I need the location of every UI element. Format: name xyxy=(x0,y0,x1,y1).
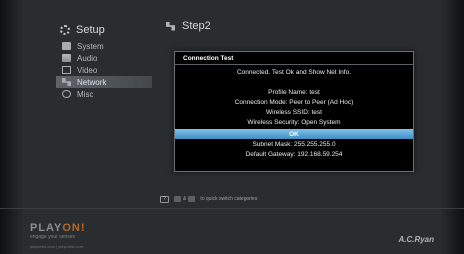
brand-url: playonhd.com | playonhd.com xyxy=(30,244,84,249)
sidebar-item-label: Network xyxy=(77,77,107,87)
ok-button[interactable]: OK xyxy=(175,129,413,139)
default-gateway: Default Gateway: 192.168.59.254 xyxy=(245,151,343,158)
sidebar-item-label: System xyxy=(77,41,104,51)
sidebar-item-misc[interactable]: Misc xyxy=(56,88,152,100)
logo-text-play: PLAY xyxy=(30,222,63,234)
key-connector: & xyxy=(183,196,187,202)
brand-tagline: engage your senses xyxy=(30,234,76,240)
settings-sidebar: Setup System Audio Video Network Misc xyxy=(56,8,152,188)
page-up-key-icon xyxy=(174,196,181,202)
sidebar-title: Setup xyxy=(60,22,152,38)
playon-logo: PLAYON! xyxy=(30,222,86,234)
hint-text: to quick switch categories xyxy=(200,196,258,202)
page-down-key-icon xyxy=(188,196,196,202)
category-keys: & xyxy=(174,196,196,202)
logo-text-on: ON! xyxy=(62,222,86,234)
page-title-label: Step2 xyxy=(182,20,211,32)
connection-status: Connected. Test Ok and Show Net Info. xyxy=(236,69,352,76)
audio-icon xyxy=(62,54,71,62)
sidebar-item-system[interactable]: System xyxy=(56,40,152,52)
subnet-mask: Subnet Mask: 255.255.255.0 xyxy=(252,141,336,148)
vendor-logo: A.C.Ryan xyxy=(398,235,434,244)
sidebar-item-label: Audio xyxy=(77,53,98,63)
navigation-hint: ? & to quick switch categories xyxy=(160,194,257,204)
footer-divider xyxy=(0,208,464,209)
network-icon xyxy=(62,78,71,86)
left-vignette xyxy=(0,0,24,254)
sidebar-menu: System Audio Video Network Misc xyxy=(56,40,152,100)
info-icon xyxy=(62,90,71,98)
sidebar-item-label: Video xyxy=(77,65,98,75)
gear-icon xyxy=(60,25,70,35)
dialog-title: Connection Test xyxy=(183,55,234,62)
network-icon xyxy=(166,21,175,31)
help-key-icon: ? xyxy=(160,195,169,203)
page-title: Step2 xyxy=(166,18,211,34)
connection-test-dialog: Connection Test Connected. Test Ok and S… xyxy=(174,51,414,172)
system-icon xyxy=(62,42,71,50)
profile-name: Profile Name: test xyxy=(268,89,320,96)
connection-mode: Connection Mode: Peer to Peer (Ad Hoc) xyxy=(234,99,354,106)
sidebar-item-network[interactable]: Network xyxy=(56,76,152,88)
sidebar-title-label: Setup xyxy=(76,24,105,36)
sidebar-item-audio[interactable]: Audio xyxy=(56,52,152,64)
right-vignette xyxy=(440,0,464,254)
wireless-security: Wireless Security: Open System xyxy=(247,119,341,126)
sidebar-item-label: Misc xyxy=(77,89,94,99)
video-icon xyxy=(62,66,71,74)
sidebar-item-video[interactable]: Video xyxy=(56,64,152,76)
dialog-divider xyxy=(175,64,413,65)
wireless-ssid: Wireless SSID: test xyxy=(266,109,322,116)
